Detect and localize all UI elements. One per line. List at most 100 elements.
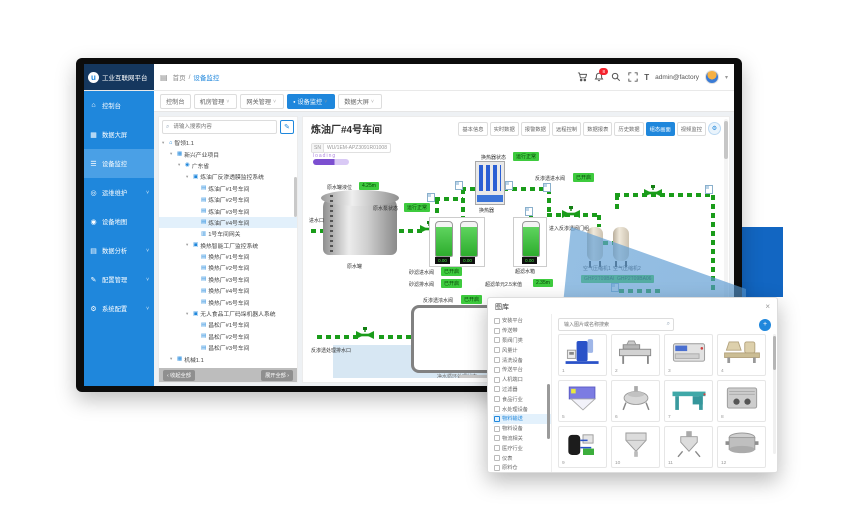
gallery-category[interactable]: 过滤器 (493, 385, 551, 395)
tree-node[interactable]: ▾ ▦ 新兴产业项目 (159, 148, 297, 159)
font-size-icon[interactable]: T (644, 73, 649, 82)
sidebar-item[interactable]: ◉ 设备地图 (84, 207, 154, 236)
gallery-category[interactable]: 传送带 (493, 326, 551, 336)
expand-all-button[interactable]: 展开全部 › (261, 370, 293, 381)
sidebar-item[interactable]: ◎ 运维维护 ˅ (84, 178, 154, 207)
tree-caret-icon[interactable]: ▾ (178, 162, 183, 168)
tree-node[interactable]: ▤ 昌松厂#3号车间 (159, 342, 297, 353)
checkbox-icon[interactable] (494, 435, 500, 441)
checkbox-icon[interactable] (494, 396, 500, 402)
gallery-category[interactable]: 传送平台 (493, 365, 551, 375)
gallery-item[interactable]: 1 (558, 334, 607, 376)
device-action-button[interactable]: 实时数据 (490, 122, 519, 136)
edit-tree-icon[interactable]: ✎ (280, 120, 294, 134)
gallery-category[interactable]: 原料仓 (493, 463, 551, 472)
checkbox-icon[interactable] (494, 318, 500, 324)
gallery-item[interactable]: 3 (664, 334, 713, 376)
checkbox-icon[interactable] (494, 377, 500, 383)
gallery-item[interactable]: 12 (717, 426, 766, 468)
gallery-item[interactable]: 4 (717, 334, 766, 376)
tab[interactable]: 网关管理 ˅ (240, 94, 284, 109)
tree-caret-icon[interactable]: ▾ (186, 242, 191, 248)
tree-node[interactable]: ▾ ▣ 炼油厂反渗透膜监控系统 (159, 171, 297, 182)
user-menu-caret-icon[interactable]: ▾ (725, 74, 728, 81)
checkbox-icon[interactable] (494, 426, 500, 432)
gallery-category[interactable]: 物料设备 (493, 424, 551, 434)
main-scrollbar-thumb[interactable] (724, 121, 728, 159)
tree-node[interactable]: ▤ 昌松厂#1号车间 (159, 319, 297, 330)
checkbox-icon[interactable] (494, 337, 500, 343)
checkbox-icon[interactable] (494, 455, 500, 461)
checkbox-icon[interactable] (494, 416, 500, 422)
sidebar-item[interactable]: ▤ 数据分析 ˅ (84, 236, 154, 265)
tree-node[interactable]: ▤ 换热厂#2号车间 (159, 262, 297, 273)
gallery-category[interactable]: 物流相关 (493, 434, 551, 444)
tree-caret-icon[interactable]: ▾ (170, 151, 175, 157)
gallery-category[interactable]: 水处理设备 (493, 404, 551, 414)
tab[interactable]: ● 设备监控 ˅ (287, 94, 335, 109)
device-action-button[interactable]: 报警数据 (521, 122, 550, 136)
checkbox-icon[interactable] (494, 357, 500, 363)
tree-search-input[interactable] (171, 123, 273, 131)
checkbox-icon[interactable] (494, 347, 500, 353)
tree-node[interactable]: ▤ 换热厂#4号车间 (159, 285, 297, 296)
collapse-all-button[interactable]: ‹ 收起全部 (163, 370, 195, 381)
gallery-item[interactable]: 2 (611, 334, 660, 376)
tree-caret-icon[interactable]: ▾ (162, 140, 167, 146)
tree-node[interactable]: ▾ ▣ 换热智能工厂监控系统 (159, 240, 297, 251)
gallery-category[interactable]: 食品行业 (493, 394, 551, 404)
gallery-category[interactable]: 安装平台 (493, 316, 551, 326)
tree-node[interactable]: ▤ 换热厂#1号车间 (159, 251, 297, 262)
tab[interactable]: 机房管理 ˅ (194, 94, 238, 109)
tree-node[interactable]: ▤ 炼油厂#4号车间 (159, 217, 297, 228)
device-action-button[interactable]: 组态画面 (646, 122, 675, 136)
gallery-item[interactable]: 7 (664, 380, 713, 422)
tab[interactable]: 控制台 (160, 94, 191, 109)
checkbox-icon[interactable] (494, 386, 500, 392)
user-name[interactable]: admin@factory (655, 74, 699, 81)
gallery-item[interactable]: 6 (611, 380, 660, 422)
tree-node[interactable]: ▾ ◉ 广东省 (159, 160, 297, 171)
sidebar-item[interactable]: ✎ 配置管理 ˅ (84, 265, 154, 294)
collapse-menu-icon[interactable]: ▤ (160, 73, 168, 82)
tree-node[interactable]: ▥ 1号车间网关 (159, 228, 297, 239)
sidebar-item[interactable]: ⌂ 控制台 (84, 91, 154, 120)
gallery-item[interactable]: 8 (717, 380, 766, 422)
gallery-category[interactable]: 人机端口 (493, 375, 551, 385)
upload-button[interactable]: + (759, 319, 771, 331)
gallery-item[interactable]: 5 (558, 380, 607, 422)
tree-node[interactable]: ▤ 昌松厂#2号车间 (159, 331, 297, 342)
checkbox-icon[interactable] (494, 406, 500, 412)
grid-scrollbar-thumb[interactable] (773, 336, 776, 370)
search-icon[interactable] (610, 72, 621, 83)
sidebar-item[interactable]: ▦ 数据大屏 (84, 120, 154, 149)
sidebar-item[interactable]: ⚙ 系统配置 ˅ (84, 294, 154, 323)
tab[interactable]: 数据大屏 ˅ (338, 94, 382, 109)
device-action-button[interactable]: 数据报表 (583, 122, 612, 136)
gallery-category[interactable]: 清洗设备 (493, 355, 551, 365)
device-action-button[interactable]: 基本信息 (458, 122, 487, 136)
gallery-category[interactable]: 物料输送 (493, 414, 551, 424)
tree-node[interactable]: ▤ 换热厂#5号车间 (159, 296, 297, 307)
tree-node[interactable]: ▤ 炼油厂#3号车间 (159, 205, 297, 216)
device-action-button[interactable]: 远程控制 (552, 122, 581, 136)
gallery-category[interactable]: 风量计 (493, 345, 551, 355)
gallery-search-input[interactable] (562, 321, 665, 329)
checkbox-icon[interactable] (494, 445, 500, 451)
tree-node[interactable]: ▤ 炼油厂#1号车间 (159, 183, 297, 194)
device-action-button[interactable]: 视频监控 (677, 122, 706, 136)
gallery-item[interactable]: 11 (664, 426, 713, 468)
sidebar-item[interactable]: ☰ 设备监控 (84, 149, 154, 178)
tree-caret-icon[interactable]: ▾ (186, 174, 191, 180)
category-scrollbar-thumb[interactable] (547, 384, 550, 439)
close-icon[interactable]: × (765, 303, 770, 311)
breadcrumb-home[interactable]: 首页 (173, 72, 186, 82)
gallery-category[interactable]: 泵阀门类 (493, 336, 551, 346)
avatar[interactable] (705, 70, 719, 84)
checkbox-icon[interactable] (494, 328, 500, 334)
tree-caret-icon[interactable]: ▾ (170, 356, 175, 362)
tree-node[interactable]: ▤ 炼油厂#2号车间 (159, 194, 297, 205)
checkbox-icon[interactable] (494, 367, 500, 373)
tree-node[interactable]: ▤ 1号生产车间 (159, 365, 297, 368)
tree-node[interactable]: ▾ ▣ 无人食品工厂码垛机器人系统 (159, 308, 297, 319)
